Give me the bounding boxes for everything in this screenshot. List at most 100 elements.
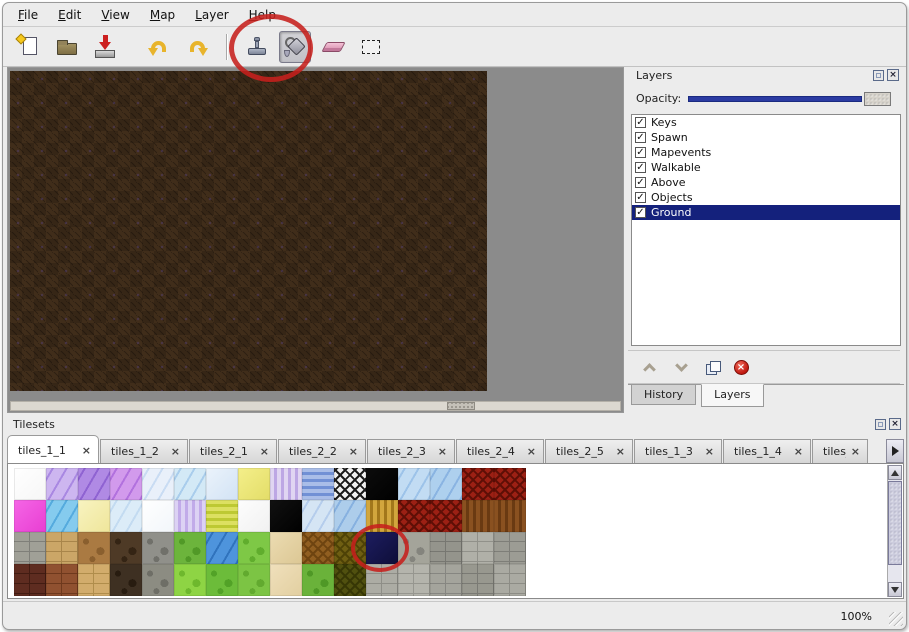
undo-button[interactable] — [143, 31, 175, 63]
layer-row-ground[interactable]: ✓Ground — [632, 205, 900, 220]
tileset-tab-tiles_2_3[interactable]: tiles_2_3× — [367, 439, 455, 463]
palette-tile[interactable] — [302, 468, 334, 500]
palette-tile[interactable] — [366, 564, 398, 596]
palette-tile[interactable] — [14, 532, 46, 564]
palette-tile[interactable] — [206, 564, 238, 596]
palette-tile[interactable] — [462, 500, 494, 532]
palette-tile[interactable] — [270, 532, 302, 564]
layer-visibility-checkbox[interactable]: ✓ — [635, 162, 646, 173]
tileset-tab-tiles_1_1[interactable]: tiles_1_1× — [7, 435, 99, 463]
palette-tile[interactable] — [270, 500, 302, 532]
palette-tile[interactable] — [398, 468, 430, 500]
menu-help[interactable]: Help — [240, 5, 285, 25]
palette-tile[interactable] — [398, 564, 430, 596]
close-tab-icon[interactable]: × — [349, 445, 358, 458]
opacity-slider-thumb[interactable] — [864, 92, 891, 106]
palette-tile[interactable] — [206, 500, 238, 532]
stamp-tool-button[interactable] — [241, 31, 273, 63]
fill-tool-button[interactable] — [279, 31, 311, 63]
palette-tile[interactable] — [302, 532, 334, 564]
float-window-icon[interactable] — [873, 70, 884, 81]
close-tab-icon[interactable]: × — [82, 444, 91, 457]
palette-tile[interactable] — [334, 532, 366, 564]
palette-tile[interactable] — [494, 532, 526, 564]
palette-tile[interactable] — [270, 564, 302, 596]
layer-visibility-checkbox[interactable]: ✓ — [635, 147, 646, 158]
palette-tile[interactable] — [78, 500, 110, 532]
palette-vertical-scrollbar[interactable] — [887, 465, 902, 597]
palette-tile[interactable] — [494, 468, 526, 500]
palette-tile[interactable] — [206, 468, 238, 500]
palette-tile[interactable] — [110, 500, 142, 532]
palette-tile[interactable] — [430, 468, 462, 500]
palette-tile[interactable] — [430, 500, 462, 532]
palette-tile[interactable] — [430, 532, 462, 564]
tileset-tab-tiles_1_3[interactable]: tiles_1_3× — [634, 439, 722, 463]
vertical-scrollbar-thumb[interactable] — [888, 481, 902, 565]
palette-tile[interactable] — [302, 564, 334, 596]
palette-tile[interactable] — [142, 468, 174, 500]
close-panel-icon[interactable]: × — [887, 69, 899, 81]
menu-layer[interactable]: Layer — [186, 5, 237, 25]
palette-tile[interactable] — [174, 500, 206, 532]
palette-tile[interactable] — [142, 564, 174, 596]
map-horizontal-scrollbar[interactable] — [10, 401, 621, 411]
palette-tile[interactable] — [238, 564, 270, 596]
palette-tile[interactable] — [174, 564, 206, 596]
palette-tile[interactable] — [462, 564, 494, 596]
palette-tile[interactable] — [238, 468, 270, 500]
palette-tile[interactable] — [302, 500, 334, 532]
open-button[interactable] — [51, 31, 83, 63]
palette-tile[interactable] — [78, 532, 110, 564]
layer-visibility-checkbox[interactable]: ✓ — [635, 132, 646, 143]
close-tab-icon[interactable]: × — [851, 445, 860, 458]
palette-tile[interactable] — [494, 500, 526, 532]
layer-row-walkable[interactable]: ✓Walkable — [632, 160, 900, 175]
close-tab-icon[interactable]: × — [171, 445, 180, 458]
palette-tile[interactable] — [14, 500, 46, 532]
tileset-tab-tiles_1_2[interactable]: tiles_1_2× — [100, 439, 188, 463]
select-tool-button[interactable] — [355, 31, 387, 63]
palette-tile[interactable] — [14, 468, 46, 500]
layer-row-keys[interactable]: ✓Keys — [632, 115, 900, 130]
layer-visibility-checkbox[interactable]: ✓ — [635, 177, 646, 188]
close-panel-icon[interactable]: × — [889, 418, 901, 430]
close-tab-icon[interactable]: × — [260, 445, 269, 458]
map-canvas-area[interactable] — [7, 67, 624, 413]
palette-tile[interactable] — [398, 532, 430, 564]
move-layer-up-button[interactable] — [636, 355, 662, 379]
save-button[interactable] — [89, 31, 121, 63]
layer-visibility-checkbox[interactable]: ✓ — [635, 117, 646, 128]
map-surface[interactable] — [10, 71, 487, 391]
palette-tile[interactable] — [430, 564, 462, 596]
palette-tile[interactable] — [366, 468, 398, 500]
tileset-tab-tiles_2_5[interactable]: tiles_2_5× — [545, 439, 633, 463]
palette-tile[interactable] — [462, 468, 494, 500]
scroll-up-button[interactable] — [888, 465, 902, 480]
palette-tile[interactable] — [142, 532, 174, 564]
tileset-tab-tiles_1[interactable]: tiles_1× — [812, 439, 868, 463]
resize-grip[interactable] — [889, 612, 903, 626]
layer-visibility-checkbox[interactable]: ✓ — [635, 207, 646, 218]
layer-row-spawn[interactable]: ✓Spawn — [632, 130, 900, 145]
palette-tile[interactable] — [174, 468, 206, 500]
palette-tile[interactable] — [14, 564, 46, 596]
layer-row-above[interactable]: ✓Above — [632, 175, 900, 190]
palette-tile[interactable] — [206, 532, 238, 564]
opacity-slider[interactable] — [688, 96, 862, 102]
palette-tile[interactable] — [334, 468, 366, 500]
palette-tile[interactable] — [46, 500, 78, 532]
palette-tile[interactable] — [334, 564, 366, 596]
palette-tile[interactable] — [270, 468, 302, 500]
palette-tile[interactable] — [46, 564, 78, 596]
palette-tile[interactable] — [78, 564, 110, 596]
tileset-tab-tiles_1_4[interactable]: tiles_1_4× — [723, 439, 811, 463]
palette-tile[interactable] — [46, 468, 78, 500]
horizontal-scrollbar-thumb[interactable] — [447, 402, 475, 410]
palette-tile[interactable] — [110, 468, 142, 500]
palette-tile[interactable] — [78, 468, 110, 500]
close-tab-icon[interactable]: × — [794, 445, 803, 458]
palette-tile[interactable] — [398, 500, 430, 532]
menu-view[interactable]: View — [92, 5, 138, 25]
palette-tile[interactable] — [142, 500, 174, 532]
